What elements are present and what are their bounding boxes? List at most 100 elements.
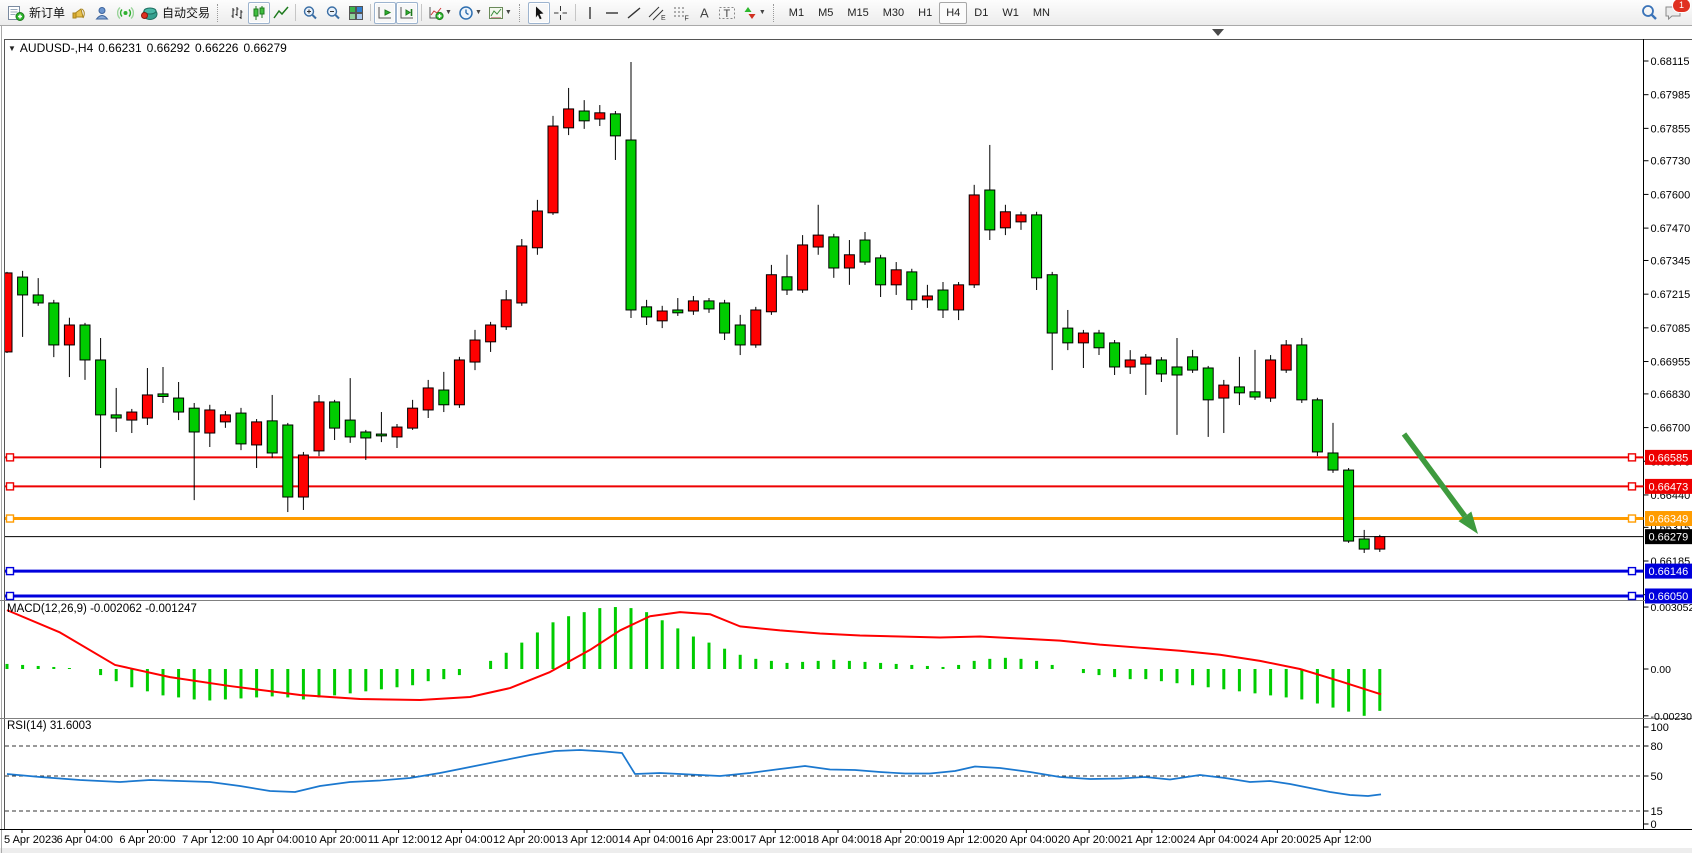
- candle: [236, 413, 246, 444]
- auto-scroll-button[interactable]: [374, 2, 396, 24]
- candle: [907, 272, 917, 300]
- candle: [969, 195, 979, 285]
- ohlc-high: 0.66292: [147, 41, 190, 55]
- price-tick-label: 0.67345: [1651, 255, 1691, 267]
- fibonacci-icon: F: [672, 5, 690, 21]
- rsi-name: RSI(14): [7, 720, 47, 732]
- time-label: 24 Apr 20:00: [1246, 834, 1308, 846]
- zoom-out-button[interactable]: [322, 2, 345, 24]
- periods-button[interactable]: ▼: [455, 2, 485, 24]
- chart-shift-marker[interactable]: [1212, 29, 1224, 36]
- candle: [80, 325, 90, 360]
- profile-button[interactable]: [91, 2, 114, 24]
- profile-icon: [94, 5, 111, 21]
- autotrading-icon: [140, 5, 159, 21]
- timeframe-button-M30[interactable]: M30: [876, 2, 911, 24]
- candle: [127, 412, 137, 420]
- zoom-in-button[interactable]: [299, 2, 322, 24]
- candle: [174, 398, 184, 412]
- hline-handle[interactable]: [7, 515, 14, 522]
- hline-handle[interactable]: [7, 454, 14, 461]
- chart-shift-button[interactable]: [396, 2, 418, 24]
- toolbar-grip[interactable]: [773, 4, 777, 22]
- cursor-button[interactable]: [528, 2, 550, 24]
- signal-button[interactable]: [114, 2, 137, 24]
- candlestick-chart-button[interactable]: [248, 2, 270, 24]
- new-order-button[interactable]: 新订单: [4, 2, 68, 24]
- indicators-dropdown-arrow[interactable]: ▼: [445, 9, 452, 16]
- vertical-line-button[interactable]: [579, 2, 601, 24]
- candle: [1250, 392, 1260, 397]
- hline-handle[interactable]: [7, 568, 14, 575]
- time-label: 13 Apr 12:00: [556, 834, 618, 846]
- price-chart-canvas[interactable]: 0.681150.679850.678550.677300.676000.674…: [0, 26, 1692, 853]
- crosshair-button[interactable]: [550, 2, 572, 24]
- candle: [720, 303, 730, 333]
- periods-dropdown-arrow[interactable]: ▼: [475, 9, 482, 16]
- text-button[interactable]: A: [693, 2, 715, 24]
- candle: [860, 240, 870, 262]
- candle: [111, 415, 121, 418]
- bar-chart-button[interactable]: [226, 2, 248, 24]
- candle: [298, 455, 308, 497]
- hline-handle[interactable]: [7, 483, 14, 490]
- candle: [18, 277, 28, 295]
- messages-button[interactable]: 1: [1661, 2, 1686, 24]
- candle: [1047, 275, 1057, 333]
- candle: [532, 211, 542, 248]
- search-button[interactable]: [1637, 2, 1661, 24]
- candle: [829, 237, 839, 268]
- hline-handle[interactable]: [1629, 483, 1636, 490]
- trendline-button[interactable]: [623, 2, 645, 24]
- autotrading-button[interactable]: 自动交易: [137, 2, 213, 24]
- templates-dropdown-arrow[interactable]: ▼: [505, 9, 512, 16]
- candle: [205, 410, 215, 433]
- time-label: 24 Apr 04:00: [1183, 834, 1245, 846]
- candle: [2, 273, 12, 352]
- arrows-dropdown-arrow[interactable]: ▼: [759, 9, 766, 16]
- timeframe-button-M15[interactable]: M15: [840, 2, 875, 24]
- candle: [517, 246, 527, 303]
- toolbar-grip[interactable]: [519, 4, 523, 22]
- hline-handle[interactable]: [7, 592, 14, 599]
- candle: [751, 310, 761, 345]
- collapse-triangle-icon[interactable]: ▼: [8, 44, 16, 53]
- candles-layer: [2, 62, 1385, 553]
- megaphone-button[interactable]: [68, 2, 91, 24]
- arrows-button[interactable]: ▼: [739, 2, 769, 24]
- candle: [423, 388, 433, 410]
- candle: [1219, 385, 1229, 398]
- text-label-button[interactable]: T: [715, 2, 739, 24]
- hline-handle[interactable]: [1629, 454, 1636, 461]
- timeframe-button-H4[interactable]: H4: [939, 2, 967, 24]
- equidistant-channel-button[interactable]: E: [645, 2, 669, 24]
- timeframe-button-D1[interactable]: D1: [967, 2, 995, 24]
- megaphone-icon: [71, 5, 88, 21]
- trend-arrow-line[interactable]: [1404, 434, 1465, 516]
- timeframe-button-H1[interactable]: H1: [911, 2, 939, 24]
- timeframe-button-M1[interactable]: M1: [782, 2, 811, 24]
- timeframe-button-MN[interactable]: MN: [1026, 2, 1057, 24]
- price-tick-label: 0.67855: [1651, 123, 1691, 135]
- new-order-label: 新订单: [29, 4, 65, 21]
- hline-handle[interactable]: [1629, 568, 1636, 575]
- hline-handle[interactable]: [1629, 592, 1636, 599]
- timeframe-button-W1[interactable]: W1: [995, 2, 1026, 24]
- search-icon: [1640, 4, 1658, 21]
- chart-title: ▼AUDUSD-,H40.662310.662920.662260.66279: [8, 41, 292, 55]
- vertical-line-icon: [584, 5, 596, 21]
- fibonacci-button[interactable]: F: [669, 2, 693, 24]
- templates-button[interactable]: ▼: [485, 2, 515, 24]
- candle: [1110, 343, 1120, 367]
- candle: [454, 360, 464, 405]
- line-chart-button[interactable]: [270, 2, 292, 24]
- toolbar-grip[interactable]: [217, 4, 221, 22]
- timeframe-button-M5[interactable]: M5: [811, 2, 840, 24]
- time-label: 12 Apr 04:00: [430, 834, 492, 846]
- tile-windows-button[interactable]: [345, 2, 367, 24]
- indicators-button[interactable]: ▼: [425, 2, 455, 24]
- hline-handle[interactable]: [1629, 515, 1636, 522]
- crosshair-icon: [553, 5, 568, 21]
- time-label: 21 Apr 12:00: [1121, 834, 1183, 846]
- horizontal-line-button[interactable]: [601, 2, 623, 24]
